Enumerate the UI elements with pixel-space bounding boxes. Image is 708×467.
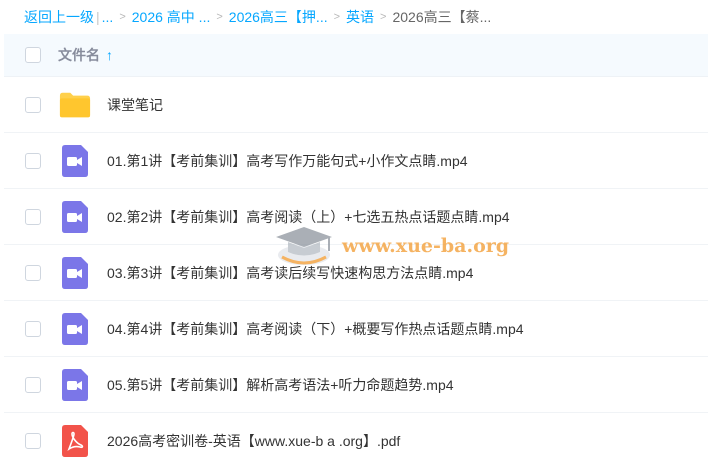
file-name[interactable]: 04.第4讲【考前集训】高考阅读（下）+概要写作热点话题点睛.mp4 [107,319,524,339]
breadcrumb-item[interactable]: 2026 高中 ... [132,7,211,27]
arrow-up-icon: ↑ [106,47,113,63]
select-all-checkbox[interactable] [25,47,41,63]
file-name[interactable]: 02.第2讲【考前集训】高考阅读（上）+七选五热点话题点睛.mp4 [107,207,510,227]
video-file-icon [59,200,91,233]
file-row[interactable]: 2026高考密训卷-英语【www.xue-b a .org】.pdf [4,413,708,467]
video-file-icon [59,368,91,401]
breadcrumb: 返回上一级 | ... > 2026 高中 ... > 2026高三【押... … [0,0,708,34]
file-row[interactable]: 课堂笔记 [4,77,708,133]
row-checkbox[interactable] [25,264,41,281]
breadcrumb-current: 2026高三【蔡... [392,9,492,25]
name-column-label: 文件名 [58,47,100,63]
folder-icon [59,89,91,121]
file-list: 文件名 ↑ 课堂笔记 01.第1讲【考前集训】高考写作万能句式+小作文点睛.mp… [4,34,708,467]
file-name[interactable]: 05.第5讲【考前集训】解析高考语法+听力命题趋势.mp4 [107,375,454,395]
row-checkbox[interactable] [25,376,41,393]
chevron-right-icon: > [119,11,126,23]
file-name[interactable]: 2026高考密训卷-英语【www.xue-b a .org】.pdf [107,431,400,451]
chevron-right-icon: > [380,11,387,23]
file-row[interactable]: 03.第3讲【考前集训】高考读后续写快速构思方法点睛.mp4 [4,245,708,301]
file-row[interactable]: 04.第4讲【考前集训】高考阅读（下）+概要写作热点话题点睛.mp4 [4,301,708,357]
file-name[interactable]: 课堂笔记 [107,95,163,115]
row-checkbox[interactable] [25,96,41,113]
row-checkbox[interactable] [25,208,41,225]
pdf-file-icon [59,424,91,457]
file-row[interactable]: 01.第1讲【考前集训】高考写作万能句式+小作文点睛.mp4 [4,133,708,189]
video-file-icon [59,144,91,177]
breadcrumb-separator: | [96,9,100,25]
file-row[interactable]: 05.第5讲【考前集训】解析高考语法+听力命题趋势.mp4 [4,357,708,413]
back-link[interactable]: 返回上一级 [24,7,94,27]
sort-by-name-button[interactable]: 文件名 ↑ [58,45,113,65]
chevron-right-icon: > [333,11,341,23]
file-list-header: 文件名 ↑ [4,34,708,77]
row-checkbox[interactable] [25,432,41,449]
video-file-icon [59,256,91,289]
file-name[interactable]: 01.第1讲【考前集训】高考写作万能句式+小作文点睛.mp4 [107,151,468,171]
breadcrumb-item[interactable]: 英语 [346,7,374,27]
video-file-icon [59,312,91,345]
row-checkbox[interactable] [25,152,41,169]
file-name[interactable]: 03.第3讲【考前集训】高考读后续写快速构思方法点睛.mp4 [107,263,473,283]
chevron-right-icon: > [216,11,223,23]
breadcrumb-item[interactable]: 2026高三【押... [229,7,328,27]
breadcrumb-ellipsis[interactable]: ... [102,9,114,25]
file-row[interactable]: 02.第2讲【考前集训】高考阅读（上）+七选五热点话题点睛.mp4 [4,189,708,245]
row-checkbox[interactable] [25,320,41,337]
